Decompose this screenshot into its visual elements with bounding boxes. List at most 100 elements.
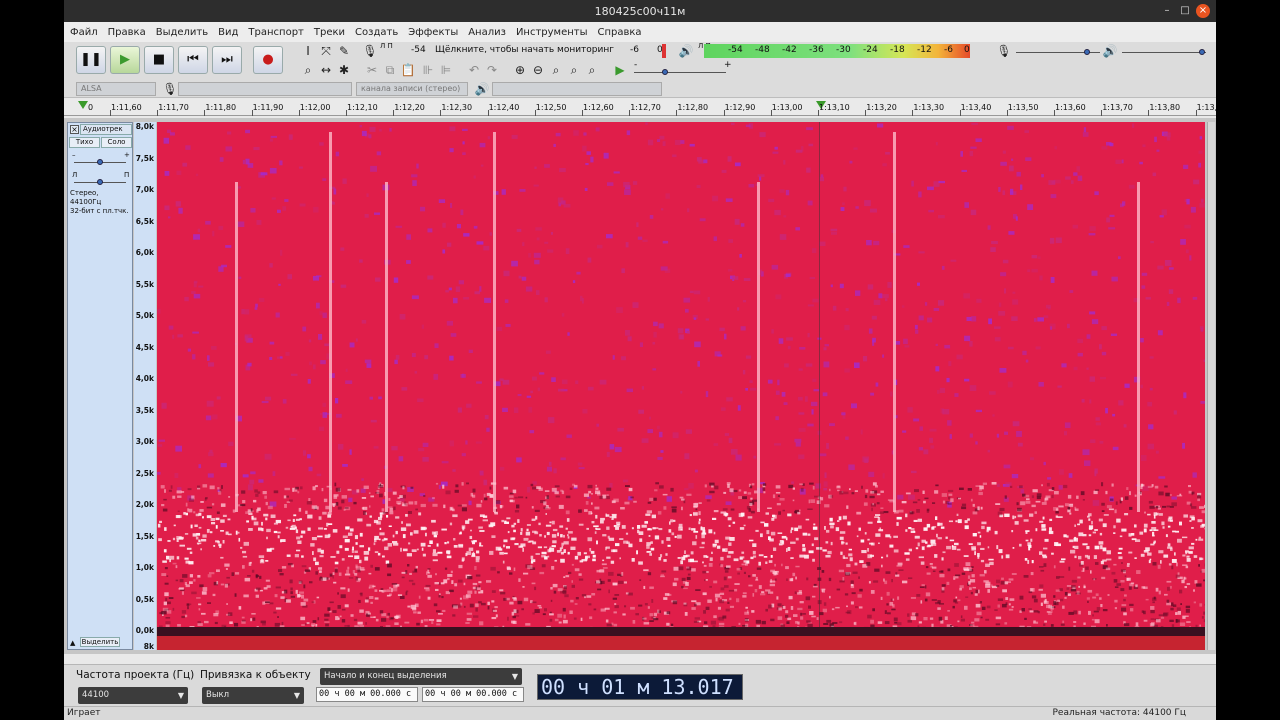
pan-slider[interactable] bbox=[97, 179, 103, 185]
speed-track[interactable] bbox=[634, 72, 726, 73]
stop-button[interactable]: ■ bbox=[144, 46, 174, 74]
fit-project-icon[interactable]: ⌕ bbox=[566, 62, 582, 78]
selection-end-time[interactable]: 00 ч 00 м 00.000 с bbox=[422, 687, 524, 702]
frequency-label: 7,5k bbox=[135, 153, 154, 163]
title-bar: 180425c00ч11м – □ × bbox=[64, 0, 1216, 22]
play-icon: ▶ bbox=[120, 52, 130, 67]
trim-icon[interactable]: ⊪ bbox=[420, 62, 436, 78]
snap-select[interactable]: Выкл ▼ bbox=[202, 687, 304, 704]
zoom-out-icon[interactable]: ⊖ bbox=[530, 62, 546, 78]
project-rate-label: Частота проекта (Гц) bbox=[76, 669, 195, 681]
zoom-toggle-icon[interactable]: ⌕ bbox=[584, 62, 600, 78]
skip-end-button[interactable]: ⏭ bbox=[212, 46, 242, 74]
rec-volume-slider[interactable] bbox=[1084, 49, 1091, 55]
rec-volume-icon: 🎙 bbox=[996, 44, 1012, 58]
record-button[interactable]: ● bbox=[253, 46, 283, 74]
ruler-tick-line bbox=[629, 110, 631, 116]
selection-mode-value: Начало и конец выделения bbox=[324, 671, 447, 681]
frequency-label: 6,0k bbox=[135, 248, 154, 257]
mute-button[interactable]: Тихо bbox=[69, 137, 100, 148]
draw-tool-icon[interactable]: ✎ bbox=[336, 43, 352, 59]
timeline-ruler[interactable]: 0 1:11,60 1:11,70 1:11,80 1:11,90 1:12,00 1:1… bbox=[64, 99, 1216, 116]
menu-tools[interactable]: Инструменты bbox=[516, 27, 588, 38]
play-region-start-icon[interactable] bbox=[78, 101, 88, 109]
menu-file[interactable]: Файл bbox=[70, 27, 98, 38]
menu-edit[interactable]: Правка bbox=[108, 27, 146, 38]
snap-label: Привязка к объекту bbox=[200, 669, 311, 681]
spectrogram[interactable] bbox=[157, 122, 1205, 636]
pan-left: Л bbox=[72, 171, 78, 179]
audio-position-display[interactable]: 00 ч 01 м 13.017 с bbox=[537, 674, 743, 720]
track-name-menu[interactable]: Аудиотрек bbox=[80, 124, 132, 135]
project-rate-select[interactable]: 44100 ▼ bbox=[78, 687, 188, 704]
solo-button[interactable]: Соло bbox=[101, 137, 132, 148]
ruler-tick: 1:13,00 bbox=[771, 103, 803, 112]
gain-slider[interactable] bbox=[97, 159, 103, 165]
play-button[interactable]: ▶ bbox=[110, 46, 140, 74]
menu-effects[interactable]: Эффекты bbox=[408, 27, 458, 38]
actual-rate: Реальная частота: 44100 Гц bbox=[1052, 708, 1187, 718]
redo-icon[interactable]: ↷ bbox=[484, 62, 500, 78]
skip-start-button[interactable]: ⏮ bbox=[178, 46, 208, 74]
menu-help[interactable]: Справка bbox=[598, 27, 642, 38]
ruler-tick: 1:13,80 bbox=[1149, 103, 1181, 112]
menu-transport[interactable]: Транспорт bbox=[248, 27, 303, 38]
vertical-scrollbar[interactable] bbox=[1207, 122, 1215, 650]
play-device-select[interactable] bbox=[492, 82, 662, 96]
ruler-tick-line bbox=[818, 110, 819, 116]
play-meter-label: -18 bbox=[890, 45, 905, 55]
zoom-tool-icon[interactable]: ⌕ bbox=[300, 62, 316, 78]
menu-generate[interactable]: Создать bbox=[355, 27, 398, 38]
play-at-speed-icon[interactable]: ▶ bbox=[612, 62, 628, 78]
play-meter-label: -54 bbox=[728, 45, 743, 55]
ruler-tick: 1:12,90 bbox=[724, 103, 756, 112]
paste-icon[interactable]: 📋 bbox=[400, 62, 416, 78]
menu-analyze[interactable]: Анализ bbox=[468, 27, 506, 38]
close-icon[interactable]: × bbox=[1196, 4, 1210, 18]
menu-tracks[interactable]: Треки bbox=[314, 27, 345, 38]
envelope-tool-icon[interactable]: ⤧ bbox=[318, 43, 334, 59]
frequency-label: 5,5k bbox=[135, 279, 154, 289]
play-volume-slider[interactable] bbox=[1198, 49, 1205, 55]
collapse-icon[interactable]: ▲ bbox=[70, 639, 75, 647]
selection-mode-select[interactable]: Начало и конец выделения ▼ bbox=[320, 668, 522, 685]
minimize-icon[interactable]: – bbox=[1160, 4, 1174, 18]
selection-tool-icon[interactable]: I bbox=[300, 43, 316, 59]
undo-icon[interactable]: ↶ bbox=[466, 62, 482, 78]
timeshift-tool-icon[interactable]: ↔ bbox=[318, 62, 334, 78]
ruler-tick-line bbox=[1101, 110, 1103, 116]
menu-select[interactable]: Выделить bbox=[156, 27, 208, 38]
zoom-in-icon[interactable]: ⊕ bbox=[512, 62, 528, 78]
copy-icon[interactable]: ⧉ bbox=[382, 62, 398, 78]
microphone-icon[interactable]: 🎙 bbox=[362, 43, 378, 59]
toolbars: ❚❚ ▶ ■ ⏮ ⏭ ● I ⤧ ✎ ⌕ ↔ ✱ 🎙 Л П -54 Щёлкн… bbox=[64, 42, 1216, 98]
selection-toolbar: Частота проекта (Гц) Привязка к объекту … bbox=[64, 664, 1216, 720]
ruler-tick-line bbox=[487, 110, 489, 116]
play-volume-track[interactable] bbox=[1122, 52, 1206, 53]
menu-view[interactable]: Вид bbox=[218, 27, 238, 38]
frequency-label: 8k bbox=[143, 642, 154, 651]
frequency-label: 4,0k bbox=[135, 374, 154, 383]
fit-selection-icon[interactable]: ⌕ bbox=[548, 62, 564, 78]
pause-button[interactable]: ❚❚ bbox=[76, 46, 106, 74]
ruler-tick: 1:13,60 bbox=[1055, 103, 1086, 112]
rec-device-select[interactable] bbox=[178, 82, 352, 96]
ruler-tick-line bbox=[959, 110, 961, 116]
select-track-button[interactable]: Выделить bbox=[80, 637, 120, 647]
host-select[interactable]: ALSA bbox=[76, 82, 156, 96]
ruler-tick: 1:12,70 bbox=[630, 103, 661, 112]
ruler-tick-line bbox=[582, 110, 583, 116]
silence-icon[interactable]: ⊫ bbox=[438, 62, 454, 78]
play-meter-label: -12 bbox=[917, 45, 932, 55]
selection-start-time[interactable]: 00 ч 00 м 00.000 с bbox=[316, 687, 418, 702]
frequency-label: 1,0k bbox=[135, 563, 154, 572]
speed-slider[interactable] bbox=[662, 69, 668, 75]
cut-icon[interactable]: ✂ bbox=[364, 62, 380, 78]
play-meter[interactable]: -54 -48 -42 -36 -30 -24 -18 -12 -6 0 bbox=[704, 44, 970, 58]
rec-meter-prompt[interactable]: Щёлкните, чтобы начать мониторинг bbox=[435, 45, 614, 55]
close-track-icon[interactable]: × bbox=[70, 125, 79, 134]
rec-channels-select[interactable]: канала записи (стерео) bbox=[356, 82, 468, 96]
speaker-icon[interactable]: 🔊 bbox=[678, 43, 694, 59]
maximize-icon[interactable]: □ bbox=[1178, 4, 1192, 18]
multi-tool-icon[interactable]: ✱ bbox=[336, 62, 352, 78]
